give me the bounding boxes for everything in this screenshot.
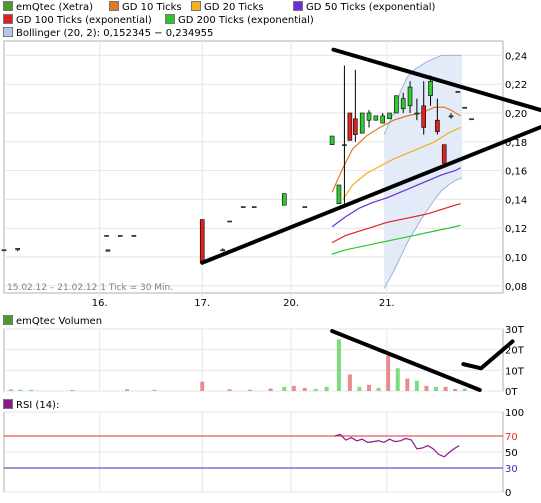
volume-bar [386,355,391,391]
candle-body [1,249,7,252]
candle-body [469,118,474,121]
volume-bar [414,380,419,391]
candle-body [387,112,392,120]
price-y-tick-label: 0,08 [505,282,527,293]
volume-y-tick-label: 10T [505,366,525,377]
candle-body [394,95,399,114]
volume-bar [125,389,130,391]
volume-bar [376,387,381,391]
price-x-tick-label: 17. [194,298,210,309]
volume-bar [18,389,23,391]
rsi-y-tick-label: 30 [505,464,518,475]
candle-body [105,249,111,252]
candle-body [336,184,342,205]
volume-bar [70,389,75,391]
candle-body [359,112,365,134]
candle-body [347,112,353,141]
candle-body [448,115,454,118]
candle-body [329,135,335,145]
price-x-tick-label: 21. [379,298,395,309]
candle-body [117,235,123,237]
volume-bar [357,386,362,391]
candle-body [227,220,232,223]
candle-body [199,219,205,264]
price-x-tick-label: 16. [92,298,108,309]
volume-bar [324,386,329,391]
volume-bar [434,386,439,391]
chart-info-text: 15.02.12 – 21.02.12 1 Tick = 30 Min. [7,283,173,293]
volume-y-tick-label: 0T [505,387,518,398]
volume-bar [302,387,307,391]
price-panel: 0,240,220,200,180,160,140,120,100,0816. 1… [1,40,541,309]
volume-bar [227,389,232,391]
candle-body [220,249,226,252]
price-x-tick-label: 20. [283,298,299,309]
price-y-tick-label: 0,10 [505,253,527,264]
volume-bar [152,389,157,391]
candle-body [441,144,447,164]
price-y-tick-label: 0,24 [505,51,527,62]
candle-body [373,115,379,121]
price-y-tick-label: 0,14 [505,195,527,206]
candle-body [240,206,246,208]
price-y-tick-label: 0,20 [505,109,527,120]
volume-bar [336,339,341,391]
volume-bar [313,388,318,391]
volume-bar [8,389,13,391]
candle-body [251,206,257,208]
rsi-panel: 100 70 50 30 0 [3,408,524,499]
volume-plot-area [3,328,504,392]
candle-body [428,81,433,97]
volume-bar [29,389,34,391]
volume-bar [291,385,296,391]
volume-bar [395,368,400,391]
price-y-tick-label: 0,22 [505,80,527,91]
volume-bar [443,386,448,391]
volume-bar [268,388,273,391]
rsi-y-tick-label: 70 [505,432,518,443]
volume-y-tick-label: 30T [505,325,525,336]
volume-bar [453,388,458,391]
volume-bar [462,388,467,391]
candle-body [414,112,420,115]
candle-body [435,119,440,133]
volume-bar [405,378,410,391]
volume-bar [200,381,205,391]
candle-body [131,235,137,237]
candle-body [366,112,372,121]
volume-bar [367,384,372,391]
volume-panel: 30T20T10T0T [3,325,525,398]
volume-bar [282,386,287,391]
candle-body [380,115,385,124]
candle-body [281,193,287,206]
candle-body [342,144,347,146]
rsi-y-tick-label: 100 [505,408,524,419]
candle-body [302,206,308,208]
volume-bar [424,385,429,391]
candle-body [15,248,20,251]
volume-bar [248,389,253,391]
price-y-tick-label: 0,16 [505,167,527,178]
candle-body [104,235,109,237]
volume-bar [347,374,352,391]
candle-body [407,86,413,107]
rsi-y-tick-label: 50 [505,448,518,459]
candle-body [421,105,427,128]
rsi-y-tick-label: 0 [505,488,511,499]
candle-body [353,118,358,135]
candle-body [400,98,406,109]
chart-svg: 0,240,220,200,180,160,140,120,100,0816. 1… [1,40,541,499]
price-y-tick-label: 0,12 [505,224,527,235]
candle-body [462,106,468,109]
candle-body [455,91,461,93]
